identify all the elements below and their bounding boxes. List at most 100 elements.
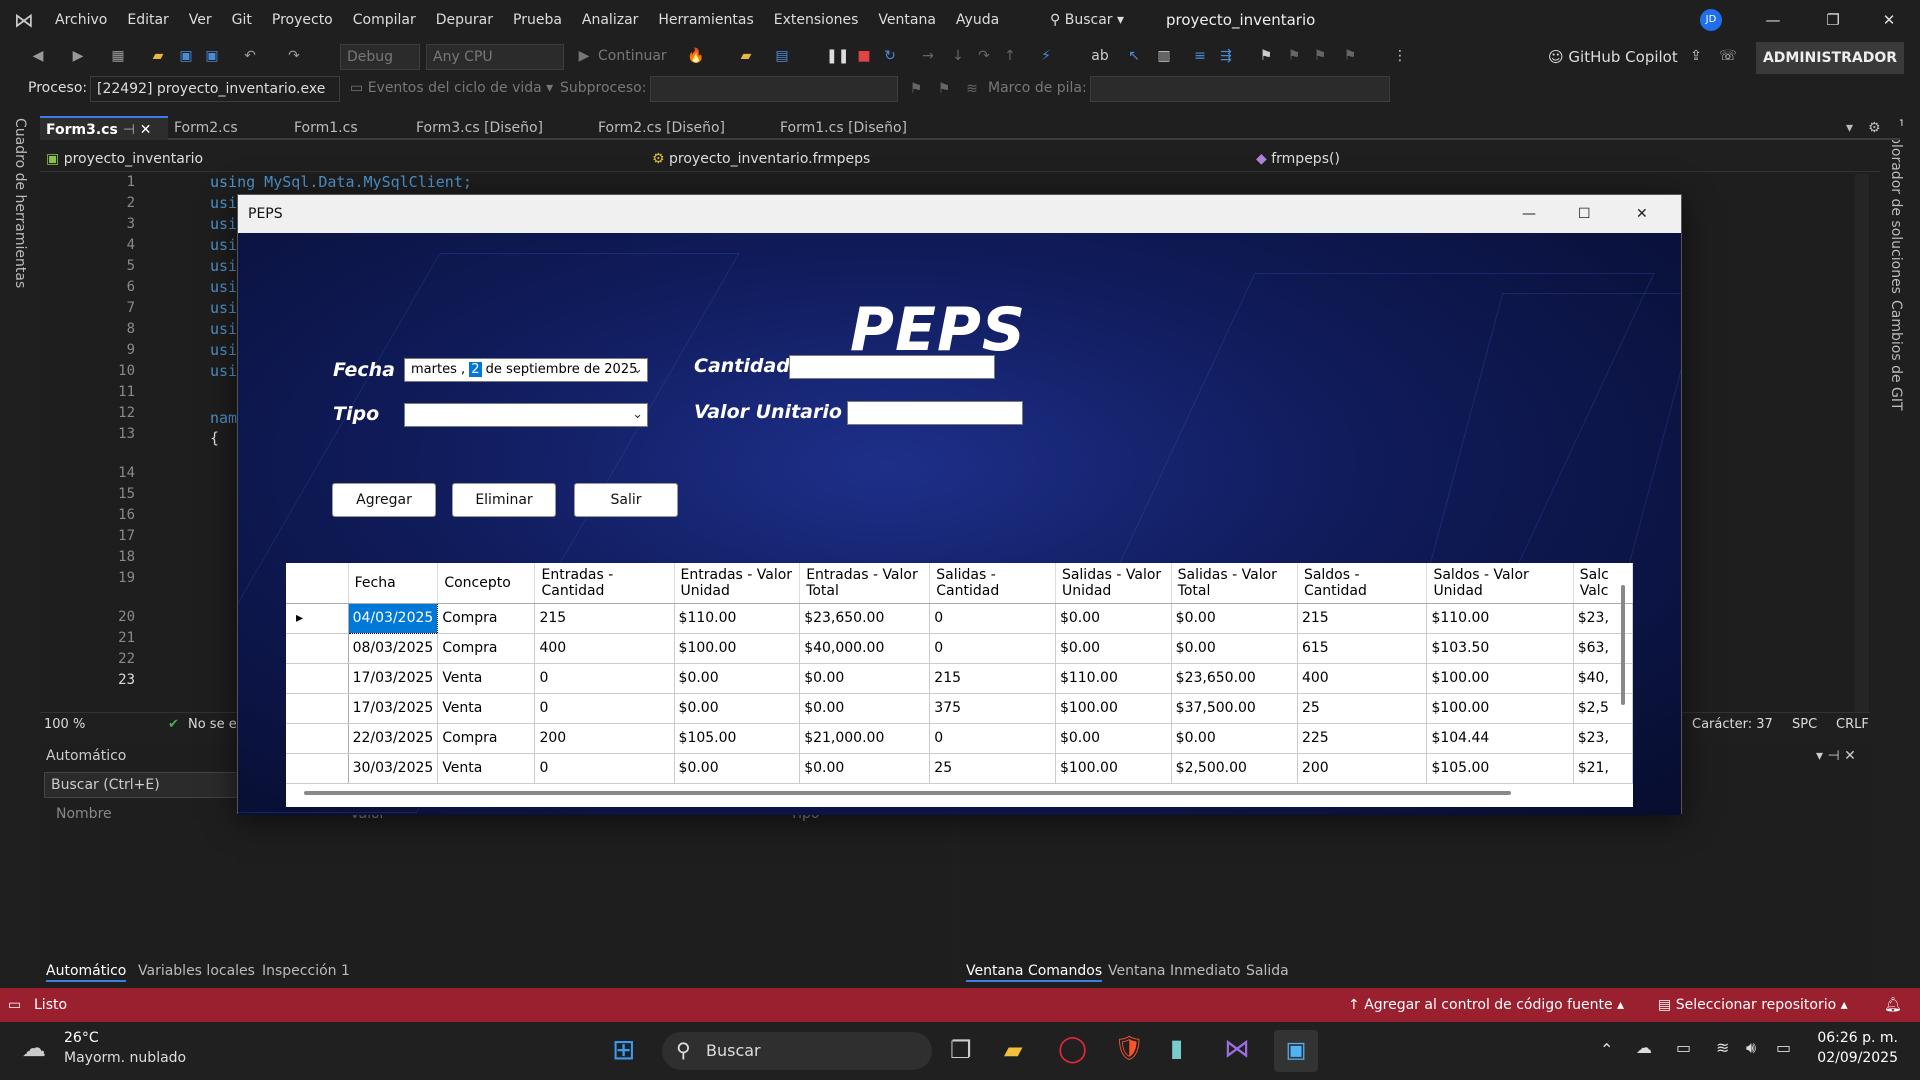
code-brace[interactable]: { xyxy=(210,428,219,448)
table-cell[interactable]: 200 xyxy=(534,723,675,754)
table-cell[interactable]: 615 xyxy=(1297,633,1428,664)
tab-form2-cs[interactable]: Form2.cs xyxy=(168,116,288,140)
redo-icon[interactable]: ↷ xyxy=(284,46,304,66)
bookmark-next-icon[interactable]: ⚑ xyxy=(1310,46,1330,66)
peps-app-icon[interactable]: ▣ xyxy=(1274,1030,1318,1072)
minimize-icon[interactable]: — xyxy=(1750,0,1796,40)
menu-item-proyecto[interactable]: Proyecto xyxy=(262,0,343,40)
table-cell[interactable]: $23,650.00 xyxy=(1171,663,1298,694)
issues-label[interactable]: No se e xyxy=(188,713,237,737)
table-cell[interactable]: 25 xyxy=(929,753,1056,784)
stackframe-select[interactable] xyxy=(1090,76,1390,102)
caret-position[interactable]: Carácter: 37 xyxy=(1692,713,1773,737)
table-cell[interactable]: 17/03/2025 xyxy=(348,693,439,724)
tab-locals[interactable]: Variables locales xyxy=(138,960,255,982)
agregar-button[interactable]: Agregar xyxy=(332,483,436,517)
code-using-line[interactable]: usi xyxy=(210,214,237,234)
undo-icon[interactable]: ↶ xyxy=(240,46,260,66)
table-cell[interactable]: $105.00 xyxy=(1426,753,1574,784)
tab-list-icon[interactable]: ▾ xyxy=(1840,116,1860,140)
brave-icon[interactable]: 🛡︎ xyxy=(1114,1034,1144,1062)
flag-icon[interactable]: ⚑ xyxy=(906,79,926,99)
code-using-line[interactable]: usi xyxy=(210,277,237,297)
row-header[interactable] xyxy=(286,723,349,754)
battery-icon[interactable]: ▭ xyxy=(1776,1038,1791,1057)
comment-icon[interactable]: ⇶ xyxy=(1216,46,1236,66)
fecha-date-picker[interactable]: martes , 2 de septiembre de 2025 ⌄ xyxy=(404,358,648,382)
table-cell[interactable]: $0.00 xyxy=(1055,633,1172,664)
platform-select[interactable]: Any CPU xyxy=(426,44,564,70)
class-dropdown[interactable]: ⚙ proyecto_inventario.frmpeps xyxy=(652,148,1282,170)
continue-button[interactable]: Continuar xyxy=(598,46,667,66)
table-cell[interactable]: $0.00 xyxy=(1171,723,1298,754)
table-cell[interactable]: 0 xyxy=(534,753,675,784)
zoom-level[interactable]: 100 % xyxy=(44,713,85,737)
close-icon[interactable]: ✕ xyxy=(1866,0,1912,40)
column-header[interactable]: Salidas - Valor Unidad xyxy=(1055,563,1172,604)
table-cell[interactable]: 200 xyxy=(1297,753,1428,784)
table-cell[interactable]: 0 xyxy=(534,663,675,694)
open-folder-icon[interactable]: ▰ xyxy=(148,46,168,66)
table-cell[interactable]: 30/03/2025 xyxy=(348,753,439,784)
tab-form3-design[interactable]: Form3.cs [Diseño] xyxy=(410,116,590,140)
weather-desc[interactable]: Mayorm. nublado xyxy=(64,1050,186,1066)
table-cell[interactable]: $0.00 xyxy=(674,693,801,724)
bookmark-prev-icon[interactable]: ⚑ xyxy=(1284,46,1304,66)
table-cell[interactable]: Venta xyxy=(437,753,536,784)
menu-item-archivo[interactable]: Archivo xyxy=(45,0,117,40)
restore-icon[interactable]: ❐ xyxy=(1810,0,1856,40)
solution-explorer-side-tab[interactable]: Explorador de soluciones xyxy=(1888,118,1904,294)
step-icon[interactable]: → xyxy=(918,46,938,66)
windows-start-icon[interactable]: ⊞ xyxy=(612,1036,635,1064)
hot-reload-icon[interactable]: 🔥 xyxy=(686,46,706,66)
table-cell[interactable]: 04/03/2025 xyxy=(347,602,439,634)
table-cell[interactable]: 375 xyxy=(929,693,1056,724)
process-select[interactable]: [22492] proyecto_inventario.exe xyxy=(90,76,340,102)
table-cell[interactable]: $0.00 xyxy=(799,663,931,694)
code-using-line[interactable]: usi xyxy=(210,361,237,381)
table-cell[interactable]: $100.00 xyxy=(1426,693,1574,724)
step-into-icon[interactable]: ↓ xyxy=(948,46,968,66)
peps-titlebar[interactable]: PEPS — ☐ ✕ xyxy=(238,195,1681,233)
table-cell[interactable]: 22/03/2025 xyxy=(348,723,439,754)
table-cell[interactable]: $0.00 xyxy=(1055,723,1172,754)
table-row[interactable]: ▸ 04/03/2025 Compra 215 $110.00 $23,650.00 0 $0… xyxy=(286,602,1634,634)
tab-autos[interactable]: Automático xyxy=(46,960,127,982)
spellcheck-icon[interactable]: ab xyxy=(1090,46,1110,66)
select-repo-button[interactable]: ▤ Seleccionar repositorio ▴ xyxy=(1658,988,1848,1022)
table-cell[interactable]: 0 xyxy=(929,723,1056,754)
menu-item-editar[interactable]: Editar xyxy=(117,0,178,40)
menu-item-git[interactable]: Git xyxy=(222,0,262,40)
editor-scrollbar[interactable] xyxy=(1855,174,1869,712)
save-icon[interactable]: ▣ xyxy=(176,46,196,66)
continue-icon[interactable]: ▶ xyxy=(574,46,594,66)
column-header[interactable]: Entradas - Valor Total xyxy=(799,563,931,604)
task-view-icon[interactable]: ❐ xyxy=(950,1036,972,1064)
table-cell[interactable]: Venta xyxy=(437,663,536,694)
salir-button[interactable]: Salir xyxy=(574,483,678,517)
table-cell[interactable]: 215 xyxy=(1297,603,1428,634)
code-namespace[interactable]: nam xyxy=(210,408,237,428)
table-cell[interactable]: $23,650.00 xyxy=(799,603,931,634)
menu-item-ver[interactable]: Ver xyxy=(179,0,222,40)
table-cell[interactable]: 225 xyxy=(1297,723,1428,754)
code-using-line[interactable]: usi xyxy=(210,193,237,213)
table-cell[interactable]: $100.00 xyxy=(1426,663,1574,694)
menu-item-analizar[interactable]: Analizar xyxy=(572,0,649,40)
indent-icon[interactable]: ≡ xyxy=(1190,46,1210,66)
row-header[interactable] xyxy=(286,753,349,784)
panel-options-icon[interactable]: ▾ ⊣ ✕ xyxy=(1816,748,1856,764)
onedrive-icon[interactable]: ☁ xyxy=(1636,1038,1652,1057)
tab-form3-cs[interactable]: Form3.cs ⊣ ✕ xyxy=(40,116,168,140)
step-over-icon[interactable]: ↷ xyxy=(974,46,994,66)
file-explorer-icon[interactable]: ▰ xyxy=(1004,1036,1022,1064)
column-header[interactable]: Entradas - Cantidad xyxy=(534,563,675,604)
bookmark-clear-icon[interactable]: ⚑ xyxy=(1340,46,1360,66)
cantidad-input[interactable] xyxy=(789,355,995,379)
clock-date[interactable]: 02/09/2025 xyxy=(1814,1050,1898,1066)
layout-icon[interactable]: ▤ xyxy=(772,46,792,66)
column-header[interactable]: Concepto xyxy=(437,563,536,604)
table-cell[interactable]: $23, xyxy=(1573,723,1634,754)
table-cell[interactable]: $0.00 xyxy=(674,663,801,694)
column-header[interactable]: Saldos - Valor Unidad xyxy=(1426,563,1574,604)
